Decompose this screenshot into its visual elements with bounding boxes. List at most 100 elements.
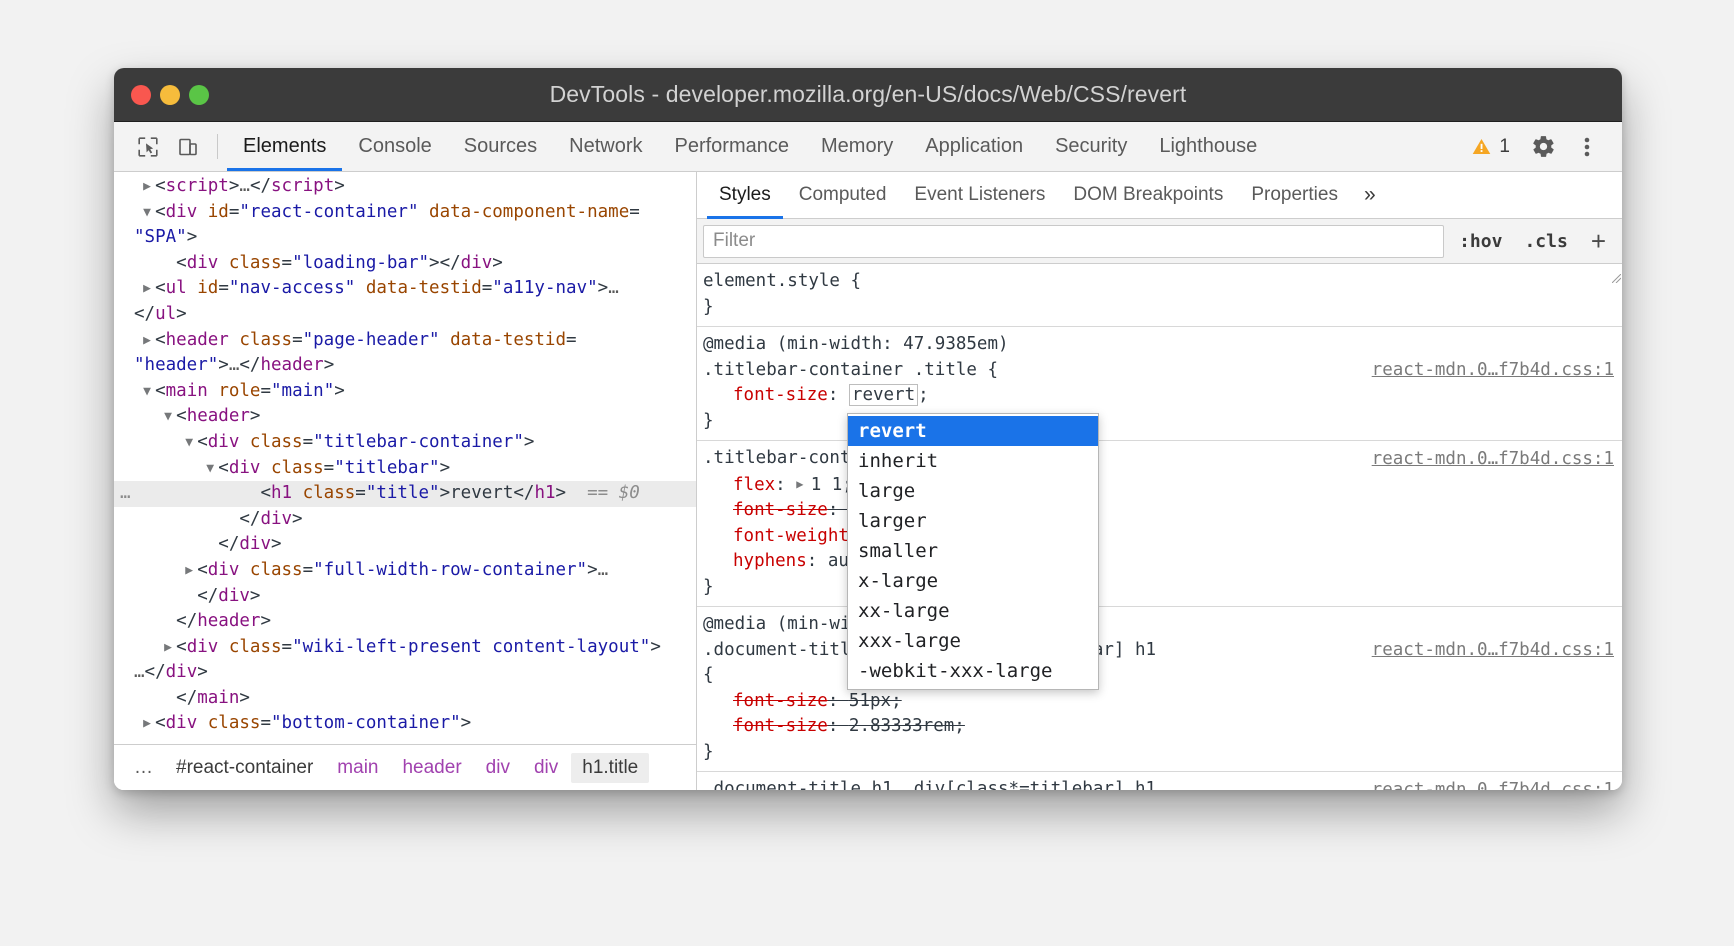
css-property-value[interactable]: 2.83333rem	[849, 716, 954, 736]
dom-node[interactable]: …</div>	[114, 660, 696, 686]
dom-node[interactable]: ▼<div class="titlebar-container">	[114, 430, 696, 456]
dom-node[interactable]: </ul>	[114, 302, 696, 328]
new-style-rule-button[interactable]: +	[1583, 228, 1614, 254]
autocomplete-option[interactable]: larger	[848, 506, 1098, 536]
css-property-name[interactable]: font-size	[733, 691, 828, 711]
warning-indicator[interactable]: 1	[1465, 136, 1520, 158]
sidebar-tab-styles[interactable]: Styles	[705, 172, 785, 218]
dom-node[interactable]: ▶<div class="wiki-left-present content-l…	[114, 635, 696, 661]
dom-node[interactable]: ▶<header class="page-header" data-testid…	[114, 328, 696, 354]
css-property-name[interactable]: hyphens	[733, 551, 807, 571]
breadcrumb-item[interactable]: …	[126, 753, 163, 783]
autocomplete-option[interactable]: inherit	[848, 446, 1098, 476]
sidebar-tab-computed[interactable]: Computed	[785, 172, 901, 218]
css-property-name[interactable]: font-size	[733, 716, 828, 736]
css-property-name[interactable]: font-size	[733, 500, 828, 520]
dom-node[interactable]: ▶<div class="bottom-container">	[114, 711, 696, 737]
tab-sources[interactable]: Sources	[448, 122, 553, 171]
inspect-element-icon[interactable]	[128, 122, 168, 171]
filter-input[interactable]: Filter	[703, 225, 1444, 258]
breadcrumb-item[interactable]: #react-container	[165, 753, 324, 783]
breadcrumb-item[interactable]: div	[475, 753, 521, 783]
css-property-name[interactable]: font-size	[733, 385, 828, 405]
autocomplete-option[interactable]: xxx-large	[848, 626, 1098, 656]
maximize-window-button[interactable]	[189, 85, 209, 105]
expand-triangle-right-icon[interactable]: ▶	[164, 635, 176, 661]
autocomplete-option[interactable]: smaller	[848, 536, 1098, 566]
close-window-button[interactable]	[131, 85, 151, 105]
tab-memory[interactable]: Memory	[805, 122, 909, 171]
expand-triangle-down-icon[interactable]: ▼	[143, 200, 155, 226]
css-declaration[interactable]: font-size: 2.83333rem;	[703, 714, 1612, 740]
value-autocomplete-popup[interactable]: revertinheritlargelargersmallerx-largexx…	[847, 413, 1099, 690]
dom-node[interactable]: ▶<script>…</script>	[114, 174, 696, 200]
autocomplete-option[interactable]: xx-large	[848, 596, 1098, 626]
dom-node[interactable]: ▼<div class="titlebar">	[114, 456, 696, 482]
expand-triangle-right-icon[interactable]: ▶	[143, 328, 155, 354]
dom-tree[interactable]: ▶<script>…</script> ▼<div id="react-cont…	[114, 172, 696, 744]
expand-triangle-down-icon[interactable]: ▼	[143, 379, 155, 405]
dom-node-selected[interactable]: … <h1 class="title">revert</h1> == $0	[114, 481, 696, 507]
dom-node[interactable]: </div>	[114, 532, 696, 558]
css-declaration[interactable]: font-size: revert;	[703, 383, 1612, 409]
css-property-value[interactable]: au	[828, 551, 849, 571]
css-declaration[interactable]: font-size: 51px;	[703, 689, 1612, 715]
css-value-editor[interactable]: revert	[849, 384, 918, 406]
tab-application[interactable]: Application	[909, 122, 1039, 171]
stylesheet-origin-link[interactable]: react-mdn.0…f7b4d.css:1	[1372, 638, 1614, 664]
css-rule[interactable]: react-mdn.0…f7b4d.css:1@media (min-width…	[697, 327, 1622, 441]
dom-node[interactable]: ▶<div class="full-width-row-container">…	[114, 558, 696, 584]
breadcrumb-item[interactable]: h1.title	[571, 753, 649, 783]
autocomplete-option[interactable]: large	[848, 476, 1098, 506]
css-declaration[interactable]: font-weight:	[703, 524, 1612, 550]
device-toolbar-icon[interactable]	[168, 122, 208, 171]
css-property-value[interactable]: 51px	[849, 691, 891, 711]
expand-shorthand-icon[interactable]: ▶	[796, 472, 810, 498]
sidebar-tab-properties[interactable]: Properties	[1237, 172, 1352, 218]
node-overflow-dots[interactable]: …	[120, 481, 132, 507]
dom-node[interactable]: "SPA">	[114, 225, 696, 251]
expand-triangle-right-icon[interactable]: ▶	[143, 174, 155, 200]
hov-toggle-button[interactable]: :hov	[1452, 229, 1509, 254]
css-property-value[interactable]: 1 1	[811, 475, 843, 495]
dom-node[interactable]: </div>	[114, 584, 696, 610]
dom-node[interactable]: ▼<main role="main">	[114, 379, 696, 405]
autocomplete-option[interactable]: -webkit-xxx-large	[848, 656, 1098, 686]
css-rule[interactable]: react-mdn.0…f7b4d.css:1.titlebar-contain…	[697, 441, 1622, 607]
expand-triangle-down-icon[interactable]: ▼	[164, 404, 176, 430]
css-rule[interactable]: element.style {}	[697, 264, 1622, 327]
expand-triangle-down-icon[interactable]: ▼	[206, 456, 218, 482]
stylesheet-origin-link[interactable]: react-mdn.0…f7b4d.css:1	[1372, 778, 1614, 790]
stylesheet-origin-link[interactable]: react-mdn.0…f7b4d.css:1	[1372, 447, 1614, 473]
css-rules-list[interactable]: element.style {}react-mdn.0…f7b4d.css:1@…	[697, 264, 1622, 790]
tab-lighthouse[interactable]: Lighthouse	[1143, 122, 1273, 171]
breadcrumb-item[interactable]: header	[391, 753, 472, 783]
tab-network[interactable]: Network	[553, 122, 658, 171]
expand-triangle-down-icon[interactable]: ▼	[185, 430, 197, 456]
dom-node[interactable]: ▶<ul id="nav-access" data-testid="a11y-n…	[114, 276, 696, 302]
tab-security[interactable]: Security	[1039, 122, 1143, 171]
css-property-name[interactable]: flex	[733, 475, 775, 495]
css-declaration[interactable]: flex: ▶ 1 1;	[703, 472, 1612, 499]
dom-node[interactable]: </div>	[114, 507, 696, 533]
css-rule[interactable]: react-mdn.0…f7b4d.css:1.document-title h…	[697, 772, 1622, 790]
minimize-window-button[interactable]	[160, 85, 180, 105]
css-property-name[interactable]: font-weight	[733, 526, 849, 546]
kebab-menu-icon[interactable]	[1566, 126, 1608, 168]
tab-console[interactable]: Console	[342, 122, 447, 171]
expand-triangle-right-icon[interactable]: ▶	[143, 711, 155, 737]
dom-node[interactable]: </main>	[114, 686, 696, 712]
css-declaration[interactable]: font-size: revert;	[703, 498, 1612, 524]
autocomplete-option[interactable]: revert	[848, 416, 1098, 446]
css-selector[interactable]: element.style {	[703, 269, 1612, 295]
dom-node[interactable]: ▼<header>	[114, 404, 696, 430]
breadcrumb-item[interactable]: div	[523, 753, 569, 783]
dom-node[interactable]: </header>	[114, 609, 696, 635]
expand-triangle-right-icon[interactable]: ▶	[185, 558, 197, 584]
breadcrumb-item[interactable]: main	[326, 753, 389, 783]
dom-node[interactable]: "header">…</header>	[114, 353, 696, 379]
dom-node[interactable]: ▼<div id="react-container" data-componen…	[114, 200, 696, 226]
tab-performance[interactable]: Performance	[659, 122, 806, 171]
css-declaration[interactable]: hyphens: au	[703, 549, 1612, 575]
gear-icon[interactable]	[1522, 126, 1564, 168]
